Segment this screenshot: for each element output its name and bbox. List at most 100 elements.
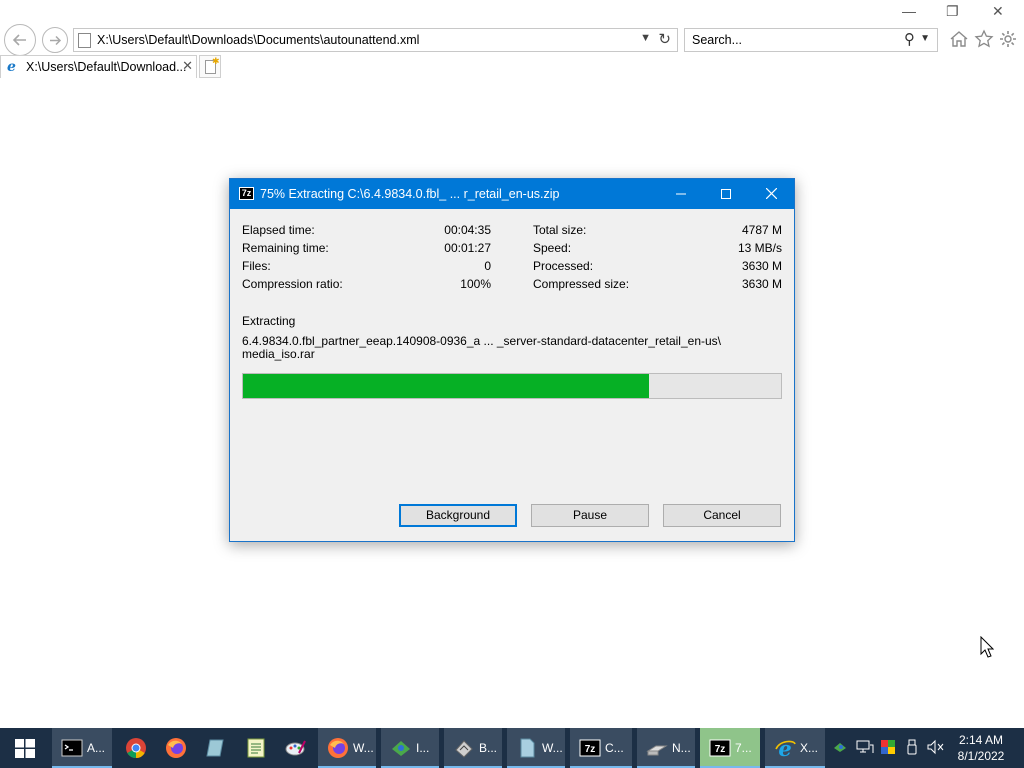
- close-icon: [765, 187, 777, 200]
- notepad-icon: [247, 738, 265, 758]
- browser-tab[interactable]: e X:\Users\Default\Download... ✕: [0, 55, 197, 78]
- taskbar-ie[interactable]: e X...: [765, 728, 825, 768]
- install-icon: [392, 741, 410, 756]
- ie-icon: e: [775, 737, 796, 759]
- taskbar-b[interactable]: B...: [444, 728, 502, 768]
- taskbar-notepad[interactable]: [236, 728, 274, 768]
- dialog-title: 75% Extracting C:\6.4.9834.0.fbl_ ... r_…: [260, 187, 560, 201]
- browser-toolbar: X:\Users\Default\Downloads\Documents\aut…: [0, 0, 1024, 80]
- progress-bar-fill: [243, 374, 650, 398]
- back-button[interactable]: [4, 24, 36, 56]
- compressed-size-label: Compressed size:: [533, 277, 630, 291]
- desktop: X:\Users\Default\Downloads\Documents\aut…: [0, 0, 1024, 768]
- drive-icon: [646, 745, 668, 756]
- home-icon[interactable]: [949, 29, 969, 49]
- minimize-icon: [676, 193, 686, 195]
- background-button[interactable]: Background: [399, 504, 517, 527]
- taskbar-label: C...: [605, 741, 624, 755]
- refresh-icon[interactable]: ↻: [658, 30, 671, 48]
- taskbar-notes[interactable]: [196, 728, 234, 768]
- current-file-name: media_iso.rar: [242, 347, 315, 361]
- remaining-time-label: Remaining time:: [242, 241, 329, 255]
- taskbar-label: 7...: [735, 741, 752, 755]
- taskbar-label: B...: [479, 741, 498, 755]
- tab-close-icon[interactable]: ✕: [182, 58, 193, 74]
- extract-progress-dialog: 7z 75% Extracting C:\6.4.9834.0.fbl_ ...…: [229, 178, 795, 542]
- close-button[interactable]: ✕: [992, 3, 1004, 20]
- taskbar-firefox[interactable]: [156, 728, 194, 768]
- taskbar-label: A...: [87, 741, 106, 755]
- elapsed-time-value: 00:04:35: [444, 223, 491, 237]
- ie-icon: e: [7, 59, 16, 75]
- windows-start-icon: [15, 739, 35, 758]
- cancel-button[interactable]: Cancel: [663, 504, 781, 527]
- chrome-icon: [126, 738, 146, 759]
- restore-button[interactable]: ❐: [946, 3, 959, 20]
- dialog-titlebar[interactable]: 7z 75% Extracting C:\6.4.9834.0.fbl_ ...…: [230, 179, 794, 209]
- taskbar-label: X...: [800, 741, 819, 755]
- tool-icon: [455, 740, 473, 758]
- dialog-minimize-button[interactable]: [658, 179, 704, 209]
- files-label: Files:: [242, 259, 271, 273]
- mouse-cursor-icon: [980, 636, 994, 658]
- maximize-icon: [721, 189, 731, 199]
- file-icon: [520, 738, 535, 758]
- taskbar-w[interactable]: W...: [507, 728, 565, 768]
- taskbar-label: W...: [542, 741, 563, 755]
- firefox-icon: [328, 738, 348, 758]
- total-size-label: Total size:: [533, 223, 587, 237]
- address-dropdown-icon[interactable]: ▼: [640, 32, 651, 44]
- 7zip-icon: 7z: [239, 187, 254, 200]
- clock-date: 8/1/2022: [957, 749, 1005, 763]
- tab-title[interactable]: X:\Users\Default\Download...: [26, 60, 187, 74]
- progress-bar: [242, 373, 782, 399]
- forward-button[interactable]: [42, 27, 68, 53]
- elapsed-time-label: Elapsed time:: [242, 223, 315, 237]
- star-icon[interactable]: [974, 29, 994, 49]
- address-text[interactable]: X:\Users\Default\Downloads\Documents\aut…: [97, 33, 419, 47]
- svg-text:7z: 7z: [715, 744, 726, 755]
- files-value: 0: [484, 259, 491, 273]
- system-clock[interactable]: 2:14 AM 8/1/2022: [948, 732, 1014, 764]
- color-app-tray-icon[interactable]: [880, 739, 896, 755]
- taskbar-7zip-active[interactable]: 7z 7...: [700, 728, 760, 768]
- clock-time: 2:14 AM: [958, 733, 1004, 747]
- new-tab-button[interactable]: ✱: [199, 55, 221, 78]
- taskbar-cmd[interactable]: A...: [52, 728, 112, 768]
- taskbar-label: I...: [416, 741, 430, 755]
- search-dropdown-icon[interactable]: ▼: [920, 33, 930, 44]
- taskbar-label: W...: [353, 741, 374, 755]
- remaining-time-value: 00:01:27: [444, 241, 491, 255]
- svg-text:e: e: [778, 737, 791, 759]
- address-bar[interactable]: X:\Users\Default\Downloads\Documents\aut…: [73, 28, 678, 52]
- speed-value: 13 MB/s: [737, 241, 782, 255]
- dialog-maximize-button[interactable]: [703, 179, 749, 209]
- start-button[interactable]: [0, 728, 50, 768]
- search-input[interactable]: Search...: [692, 33, 742, 47]
- operation-label: Extracting: [242, 314, 296, 328]
- back-arrow-icon: [12, 34, 26, 46]
- taskbar-firefox-window[interactable]: W...: [318, 728, 376, 768]
- taskbar-n[interactable]: N...: [637, 728, 695, 768]
- taskbar-7zip-c[interactable]: 7z C...: [570, 728, 632, 768]
- cmd-icon: [61, 739, 83, 757]
- network-app-tray-icon[interactable]: [833, 739, 849, 755]
- pause-button[interactable]: Pause: [531, 504, 649, 527]
- taskbar-install[interactable]: I...: [381, 728, 439, 768]
- gear-icon[interactable]: [998, 29, 1018, 49]
- network-icon[interactable]: [856, 739, 874, 755]
- usb-icon[interactable]: [906, 739, 918, 755]
- compression-ratio-label: Compression ratio:: [242, 277, 343, 291]
- firefox-icon: [166, 738, 186, 758]
- volume-muted-icon[interactable]: [927, 739, 945, 755]
- search-box[interactable]: Search... ⚲ ▼: [684, 28, 938, 52]
- dialog-close-button[interactable]: [748, 179, 794, 209]
- compressed-size-value: 3630 M: [741, 277, 782, 291]
- taskbar: A... W... I... B... W... 7z C... N... 7z…: [0, 728, 1024, 768]
- 7zip-icon: 7z: [709, 739, 731, 757]
- search-icon[interactable]: ⚲: [904, 30, 915, 48]
- taskbar-chrome[interactable]: [116, 728, 154, 768]
- taskbar-paint[interactable]: [276, 728, 314, 768]
- compression-ratio-value: 100%: [460, 277, 491, 291]
- minimize-button[interactable]: —: [902, 3, 916, 19]
